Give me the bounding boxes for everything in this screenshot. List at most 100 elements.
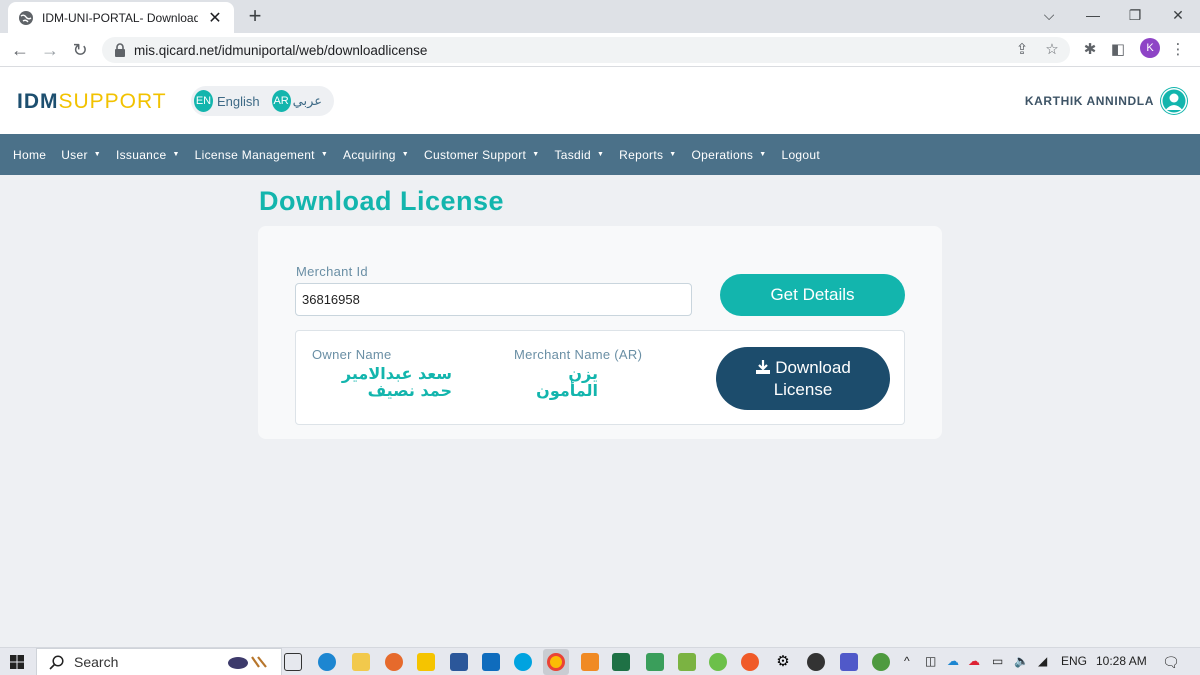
settings-gear-icon[interactable]: ⚙: [774, 653, 792, 671]
app-orange-icon[interactable]: [581, 653, 599, 671]
spring-icon[interactable]: [709, 653, 727, 671]
address-bar[interactable]: mis.qicard.net/idmuniportal/web/download…: [102, 37, 1070, 63]
file-explorer-icon[interactable]: [352, 653, 370, 671]
bookmark-star-icon[interactable]: ☆: [1042, 41, 1062, 59]
browser-menu-icon[interactable]: ⋮: [1168, 41, 1188, 59]
menu-item-label: Reports: [619, 147, 664, 162]
download-license-button[interactable]: Download License: [716, 347, 890, 410]
reload-button[interactable]: ↻: [68, 38, 92, 62]
language-indicator[interactable]: ENG: [1061, 654, 1087, 668]
sticky-notes-icon[interactable]: [417, 653, 435, 671]
menu-item-customer-support[interactable]: Customer Support ▼: [424, 148, 539, 162]
user-avatar-icon[interactable]: [1160, 87, 1188, 115]
lock-icon: [115, 43, 125, 57]
windows-taskbar: Search ⚙ ^ ◫ ☁ ☁ ▭ 🔈 ◢ ENG 10:28 AM 🗨: [0, 647, 1200, 675]
menu-item-label: Home: [13, 147, 47, 162]
language-toggle: EN English AR عربي: [191, 86, 334, 116]
page-title: Download License: [259, 186, 505, 216]
url-text: mis.qicard.net/idmuniportal/web/download…: [134, 42, 428, 58]
new-tab-button[interactable]: +: [244, 4, 266, 28]
menu-item-tasdid[interactable]: Tasdid ▼: [554, 148, 604, 162]
taskbar-search-label: Search: [74, 654, 119, 670]
side-panel-icon[interactable]: ◧: [1108, 41, 1128, 59]
restore-button[interactable]: ❐: [1122, 4, 1148, 26]
menu-item-label: License Management: [194, 147, 315, 162]
browser-tabbar: IDM-UNI-PORTAL- Download Lic ✕ + ⌵ — ❐ ✕: [0, 0, 1200, 33]
download-label-line1: Download: [775, 358, 851, 377]
task-view-icon[interactable]: [284, 653, 302, 671]
profile-avatar[interactable]: K: [1140, 38, 1160, 58]
clock[interactable]: 10:28 AM: [1096, 654, 1147, 668]
word-icon[interactable]: [450, 653, 468, 671]
menu-item-user[interactable]: User ▼: [61, 148, 101, 162]
close-tab-icon[interactable]: ✕: [206, 8, 224, 28]
download-license-card: Merchant Id Get Details Owner Name سعد ع…: [258, 226, 942, 439]
app-globe-icon[interactable]: [872, 653, 890, 671]
user-name[interactable]: KARTHIK ANNINDLA: [1025, 94, 1154, 108]
battery-icon[interactable]: ▭: [992, 654, 1003, 668]
lang-en-badge[interactable]: EN: [194, 90, 213, 112]
menu-item-issuance[interactable]: Issuance ▼: [116, 148, 180, 162]
extensions-icon[interactable]: ✱: [1080, 41, 1100, 59]
notepad-icon[interactable]: [678, 653, 696, 671]
caret-down-icon: ▼: [669, 151, 677, 158]
menu-item-operations[interactable]: Operations ▼: [692, 148, 767, 162]
menu-item-label: Issuance: [116, 147, 167, 162]
merchant-details-panel: Owner Name سعد عبدالامير حمد نصيف Mercha…: [295, 330, 905, 425]
excel-icon[interactable]: [612, 653, 630, 671]
menu-item-label: Operations: [691, 147, 754, 162]
menu-item-license-management[interactable]: License Management ▼: [195, 148, 328, 162]
merchant-name-value: يزن المأمون: [536, 364, 598, 400]
back-button[interactable]: ←: [8, 38, 32, 62]
notification-icon[interactable]: 🗨: [1162, 654, 1180, 671]
tray-app-icon[interactable]: ◫: [925, 654, 936, 668]
lang-en-label[interactable]: English: [217, 94, 260, 109]
app-dark-icon[interactable]: [807, 653, 825, 671]
caret-down-icon: ▼: [93, 151, 101, 158]
volume-icon[interactable]: 🔈: [1014, 654, 1029, 668]
firefox-icon[interactable]: [385, 653, 403, 671]
skype-icon[interactable]: [514, 653, 532, 671]
menu-item-label: Acquiring: [343, 147, 396, 162]
download-label-line2: License: [773, 380, 833, 399]
merchant-id-input[interactable]: [295, 283, 692, 316]
browser-toolbar: ← → ↻ mis.qicard.net/idmuniportal/web/do…: [0, 33, 1200, 67]
menu-item-label: Customer Support: [424, 147, 527, 162]
search-icon: [49, 654, 64, 670]
merchant-name-label: Merchant Name (AR): [514, 347, 643, 362]
wifi-icon[interactable]: ◢: [1038, 654, 1047, 668]
caret-down-icon: ▼: [320, 151, 329, 158]
close-window-button[interactable]: ✕: [1165, 4, 1191, 26]
merchant-id-label: Merchant Id: [296, 264, 368, 279]
share-icon[interactable]: ⇪: [1012, 41, 1032, 59]
windows-start-icon[interactable]: [10, 655, 24, 669]
caret-down-icon: ▼: [759, 151, 767, 158]
postman-icon[interactable]: [741, 653, 759, 671]
tab-search-icon[interactable]: ⌵: [1036, 4, 1062, 26]
download-icon: [756, 360, 771, 374]
logo-support: SUPPORT: [58, 90, 167, 113]
lang-ar-badge[interactable]: AR: [271, 90, 291, 112]
onedrive-icon[interactable]: ☁: [947, 654, 959, 668]
forward-button[interactable]: →: [38, 38, 62, 62]
outlook-icon[interactable]: [482, 653, 500, 671]
teams-icon[interactable]: [840, 653, 858, 671]
minimize-button[interactable]: —: [1080, 4, 1106, 26]
edge-icon[interactable]: [318, 653, 336, 671]
get-details-button[interactable]: Get Details: [720, 274, 905, 316]
chrome-icon[interactable]: [547, 653, 565, 671]
browser-tab[interactable]: IDM-UNI-PORTAL- Download Lic ✕: [8, 2, 234, 33]
tray-alert-icon[interactable]: ☁: [968, 654, 980, 668]
menu-item-label: Tasdid: [554, 147, 591, 162]
menu-item-logout[interactable]: Logout: [781, 148, 820, 162]
menu-item-home[interactable]: Home: [13, 148, 46, 162]
tray-chevron-icon[interactable]: ^: [904, 654, 910, 668]
logo[interactable]: IDMSUPPORT: [17, 90, 167, 114]
menu-item-acquiring[interactable]: Acquiring ▼: [343, 148, 409, 162]
lang-ar-label[interactable]: عربي: [293, 94, 322, 109]
search-highlight-icon[interactable]: [226, 653, 272, 671]
app-green-icon[interactable]: [646, 653, 664, 671]
menu-item-label: User: [61, 147, 88, 162]
menu-item-reports[interactable]: Reports ▼: [619, 148, 676, 162]
caret-down-icon: ▼: [401, 151, 410, 158]
